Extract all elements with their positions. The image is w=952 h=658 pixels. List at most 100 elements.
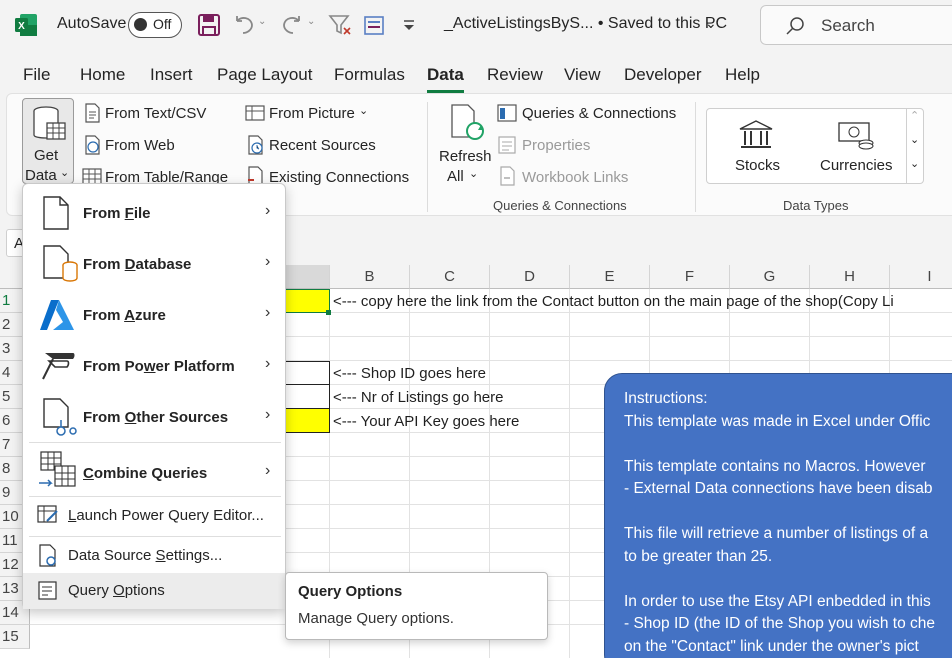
stocks-button[interactable]: Stocks [735, 157, 780, 174]
row-header[interactable]: 15 [0, 625, 30, 649]
menu-item-from-power-platform[interactable]: From Power Platform › [23, 341, 285, 391]
web-icon [85, 135, 100, 155]
gallery-down-icon[interactable]: ⌄ [910, 133, 919, 146]
instructions-line: - Shop ID (the ID of the Shop you wish t… [624, 615, 936, 632]
tab-home[interactable]: Home [80, 65, 125, 85]
chevron-right-icon: › [265, 202, 271, 219]
instructions-line: In order to use the Etsy API enbedded in… [624, 592, 931, 610]
search-placeholder: Search [821, 16, 875, 35]
undo-icon[interactable] [231, 12, 257, 38]
menu-separator [29, 536, 281, 537]
menu-separator [29, 442, 281, 443]
column-header-g[interactable]: G [730, 265, 810, 289]
tab-review[interactable]: Review [487, 65, 543, 85]
menu-label: From Power Platform [83, 358, 235, 375]
search-input[interactable]: Search [760, 5, 952, 45]
gallery-up-icon[interactable]: ⌃ [910, 109, 919, 122]
fill-handle[interactable] [326, 310, 331, 315]
power-platform-icon [42, 353, 75, 380]
group-label-data-types: Data Types [783, 198, 849, 213]
title-bar: X AutoSave Off ⌄ ⌄ _ActiveListingsByS...… [0, 0, 952, 52]
redo-icon[interactable] [279, 12, 305, 38]
menu-label: Query Options [68, 582, 165, 599]
column-header-e[interactable]: E [570, 265, 650, 289]
from-picture-button[interactable]: From Picture [269, 105, 355, 122]
instructions-line: - External Data connections have been di… [624, 480, 933, 497]
instructions-textbox[interactable]: Instructions: This template was made in … [604, 373, 952, 658]
column-header-f[interactable]: F [650, 265, 730, 289]
undo-dropdown-icon[interactable]: ⌄ [258, 16, 266, 27]
queries-connections-button[interactable]: Queries & Connections [522, 105, 676, 122]
from-picture-chevron-icon[interactable]: ⌄ [359, 104, 368, 117]
search-icon [786, 17, 804, 35]
gallery-more-icon[interactable]: ⌄ [910, 157, 919, 170]
cell-b6-text[interactable]: <--- Your API Key goes here [333, 413, 519, 430]
menu-item-combine-queries[interactable]: Combine Queries › [23, 444, 285, 494]
get-data-label-2: Data [25, 167, 57, 184]
from-web-button[interactable]: From Web [105, 137, 175, 154]
tooltip-description: Manage Query options. [298, 610, 454, 627]
tab-developer[interactable]: Developer [624, 65, 702, 85]
column-header-b[interactable]: B [330, 265, 410, 289]
properties-button[interactable]: Properties [522, 137, 590, 154]
instructions-line: on the "Contact" link under the owner's … [624, 637, 919, 655]
redo-dropdown-icon[interactable]: ⌄ [307, 16, 315, 27]
tab-insert[interactable]: Insert [150, 65, 193, 85]
column-header-d[interactable]: D [490, 265, 570, 289]
clear-filter-icon[interactable] [327, 12, 353, 38]
tab-page-layout[interactable]: Page Layout [217, 65, 312, 85]
get-data-chevron-down-icon: ⌄ [60, 167, 70, 179]
menu-label: From Database [83, 256, 192, 273]
refresh-all-button[interactable]: Refresh All ⌄ [433, 144, 493, 189]
queries-connections-icon [497, 104, 517, 122]
chevron-right-icon: › [265, 253, 271, 270]
currencies-button[interactable]: Currencies [820, 157, 893, 174]
autosave-toggle[interactable]: Off [128, 12, 182, 38]
column-header-h[interactable]: H [810, 265, 890, 289]
chevron-right-icon: › [265, 462, 271, 479]
tab-help[interactable]: Help [725, 65, 760, 85]
cell-b1-text[interactable]: <--- copy here the link from the Contact… [333, 293, 894, 310]
autosave-state: Off [153, 16, 172, 32]
menu-item-from-azure[interactable]: From Azure › [23, 290, 285, 340]
stocks-icon [739, 120, 773, 148]
workbook-links-button[interactable]: Workbook Links [522, 169, 628, 186]
menu-label: Launch Power Query Editor... [68, 507, 264, 524]
autosave-label: AutoSave [57, 15, 127, 32]
cell-b5-text[interactable]: <--- Nr of Listings go here [333, 389, 504, 406]
menu-item-from-file[interactable]: From File › [23, 188, 285, 238]
combine-queries-icon [39, 451, 76, 487]
instructions-line: This file will retrieve a number of list… [624, 525, 929, 542]
menu-item-from-database[interactable]: From Database › [23, 239, 285, 289]
get-data-button[interactable]: Get Data ⌄ [22, 98, 74, 184]
toggle-knob [134, 18, 147, 31]
menu-label: From File [83, 205, 151, 222]
column-header-i[interactable]: I [890, 265, 952, 289]
currencies-icon [838, 122, 874, 150]
title-chevron-down-icon[interactable]: ⌄ [705, 15, 717, 32]
from-text-csv-button[interactable]: From Text/CSV [105, 105, 206, 122]
customize-toolbar-icon[interactable] [396, 12, 422, 38]
form-icon[interactable] [361, 12, 387, 38]
menu-item-from-other-sources[interactable]: From Other Sources › [23, 392, 285, 442]
menu-label: Data Source Settings... [68, 547, 223, 564]
menu-item-data-source-settings[interactable]: Data Source Settings... [23, 538, 285, 574]
existing-connections-button[interactable]: Existing Connections [269, 169, 409, 186]
gallery-scroll: ⌃ ⌄ ⌄ [906, 109, 923, 183]
recent-sources-button[interactable]: Recent Sources [269, 137, 376, 154]
document-title[interactable]: _ActiveListingsByS... • Saved to this PC [444, 15, 727, 33]
menu-item-query-options[interactable]: Query Options [23, 573, 285, 609]
tab-view[interactable]: View [564, 65, 601, 85]
column-header-c[interactable]: C [410, 265, 490, 289]
menu-item-launch-power-query-editor[interactable]: Launch Power Query Editor... [23, 498, 285, 534]
tab-formulas[interactable]: Formulas [334, 65, 405, 85]
excel-logo-icon: X [15, 14, 37, 36]
ribbon-tabs: File Home Insert Page Layout Formulas Da… [0, 60, 952, 93]
menu-label: From Azure [83, 307, 166, 324]
save-icon[interactable] [196, 12, 222, 38]
tab-file[interactable]: File [23, 65, 50, 85]
cell-b4-text[interactable]: <--- Shop ID goes here [333, 365, 486, 382]
database-table-icon [33, 106, 66, 140]
instructions-line: Instructions: [624, 390, 708, 407]
tab-data[interactable]: Data [427, 65, 464, 93]
